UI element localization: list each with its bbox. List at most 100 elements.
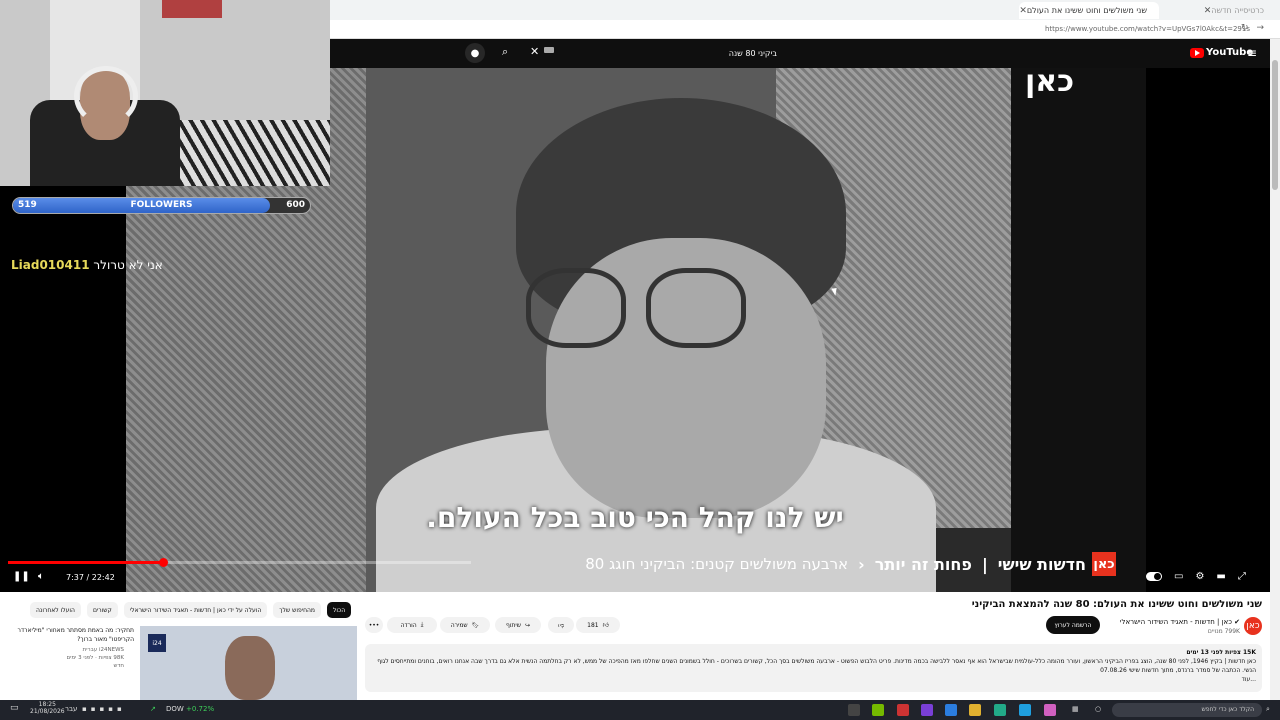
view-count: 15K צפיות לפני 13 ימים <box>1186 649 1256 656</box>
more-actions-button[interactable]: ••• <box>365 617 383 633</box>
youtube-logo[interactable]: YouTube <box>1190 47 1253 58</box>
chip-related[interactable]: קשורים <box>86 602 118 618</box>
tab-inactive[interactable]: כרטיסייה חדשה ✕ <box>1160 2 1270 19</box>
kan-logo-icon: כאן <box>1092 552 1116 576</box>
subtitles-icon[interactable]: ▭ <box>1174 571 1183 582</box>
video-subtitle: יש לנו קהל הכי טוב בכל העולם. <box>426 501 844 534</box>
store-icon[interactable] <box>994 704 1006 716</box>
scrollbar-thumb[interactable] <box>1272 60 1278 190</box>
bookmark-icon: 🔖︎ <box>471 621 480 629</box>
channel-avatar[interactable]: כאן <box>1244 617 1262 635</box>
more-icon: ••• <box>368 621 380 629</box>
app-icon[interactable] <box>848 704 860 716</box>
download-label: הורדה <box>400 621 417 629</box>
url-text[interactable]: https://www.youtube.com/watch?v=UpVGs7l0… <box>1045 25 1250 33</box>
glasses-left <box>526 268 626 348</box>
chip-recent[interactable]: הועלו לאחרונה <box>30 602 81 618</box>
streamer-webcam <box>0 0 330 186</box>
nvidia-icon[interactable] <box>872 704 884 716</box>
description-box[interactable]: 15K צפיות לפני 13 ימים כאן חדשות | בקיץ … <box>365 644 1262 692</box>
start-search-icon[interactable]: ⌕ <box>1266 705 1270 714</box>
chip-from-search[interactable]: מהחיפוש שלך <box>273 602 321 618</box>
progress-bar[interactable] <box>8 558 471 567</box>
download-icon: ⤓ <box>420 621 424 628</box>
theater-mode-icon[interactable]: ▬ <box>1216 571 1225 582</box>
ticker-headline: ארבעה משולשים קטנים: הביקיני חוגג 80 <box>585 555 849 573</box>
taskbar-search-placeholder: הקלד כאן כדי לחפש <box>1201 706 1254 713</box>
tab-title: כרטיסייה חדשה <box>1211 6 1264 15</box>
thumbs-down-icon: 👎︎ <box>557 622 565 629</box>
language-indicator[interactable]: עבר <box>65 705 77 713</box>
mail-icon[interactable] <box>945 704 957 716</box>
new-badge: חדש <box>113 663 125 669</box>
stock-name[interactable]: DOW <box>166 705 184 713</box>
app-icon[interactable] <box>921 704 933 716</box>
verified-icon: ✔ <box>1231 618 1240 626</box>
close-tab-icon[interactable]: ✕ <box>1019 6 1027 16</box>
share-label: שיתוף <box>505 621 521 629</box>
screen: + ⌄ שני משולשים וחוט ששינו את העולם ✕ כר… <box>0 0 1280 720</box>
share-button[interactable]: שיתוף ↪ <box>495 617 541 633</box>
fullscreen-icon[interactable]: ⤢ <box>1238 571 1246 582</box>
thumbnail-face <box>225 636 275 700</box>
show-more[interactable]: ...עוד <box>371 675 1256 684</box>
time-display: 7:37 / 22:42 <box>66 573 115 582</box>
copilot-icon[interactable] <box>1044 704 1056 716</box>
autoplay-toggle[interactable] <box>1146 572 1162 581</box>
taskbar: ▭ 18:25 21/08/2026 עבר ▪▪▪▪▪ ↗ DOW +0.72… <box>0 700 1280 720</box>
news-ticker: כאן חדשות שישי | פחות זה יותר ‹ ארבעה מש… <box>486 550 1116 578</box>
progress-played <box>8 561 164 564</box>
browser-tab-bar: + ⌄ שני משולשים וחוט ששינו את העולם ✕ כר… <box>330 0 1280 20</box>
followers-goal-bar: FOLLOWERS 519 600 <box>12 197 311 214</box>
ticker-segment: פחות זה יותר <box>874 554 972 574</box>
reload-icon[interactable]: ↻ <box>1241 23 1257 33</box>
chip-all[interactable]: הכול <box>326 602 352 618</box>
close-tab-icon[interactable]: ✕ <box>1204 6 1212 16</box>
address-bar[interactable]: https://www.youtube.com/watch?v=UpVGs7l0… <box>330 20 1280 39</box>
save-button[interactable]: שמירה 🔖︎ <box>440 617 490 633</box>
related-filter-chips: הכול מהחיפוש שלך הועלה על ידי כאן | חדשו… <box>30 602 352 618</box>
recommended-channel[interactable]: i24NEWS עברית <box>67 646 124 654</box>
like-button[interactable]: 181 👍︎ <box>576 617 620 633</box>
clock[interactable]: 18:25 21/08/2026 <box>30 701 65 715</box>
notification-icon[interactable]: ▭ <box>10 703 19 713</box>
description-text: כאן חדשות | בקיץ 1946, לפני 80 שנה, הוצג… <box>377 658 1256 674</box>
pause-icon[interactable]: ❚❚ <box>13 571 30 582</box>
dislike-button[interactable]: 👎︎ <box>548 617 574 633</box>
hamburger-menu-icon[interactable]: ≡ <box>1247 46 1257 60</box>
taskbar-search[interactable]: הקלד כאן כדי לחפש <box>1112 703 1262 717</box>
followers-current: 519 <box>18 200 37 210</box>
tray-icons[interactable]: ▪▪▪▪▪ <box>82 705 126 713</box>
chevron-left-icon: ‹ <box>858 554 865 574</box>
followers-label: FOLLOWERS <box>130 200 193 210</box>
youtube-header: ● ⌕ ✕ ביקיני 80 שנה YouTube ≡ <box>330 39 1270 68</box>
glasses-right <box>646 268 746 348</box>
cortana-icon[interactable]: ○ <box>1095 705 1101 713</box>
search-icon[interactable]: ⌕ <box>502 45 508 59</box>
settings-icon[interactable]: ⚙ <box>1195 571 1204 582</box>
subscribe-button[interactable]: הרשמה לערוץ <box>1046 616 1100 634</box>
recommended-stats: 98K צפיות · לפני 3 ימים <box>66 655 124 661</box>
share-icon: ↪ <box>524 621 531 629</box>
channel-name[interactable]: ✔ כאן | חדשות - תאגיד השידור הישראלי <box>1120 618 1240 626</box>
volume-icon[interactable]: 🔈︎ <box>38 571 44 582</box>
download-button[interactable]: הורדה ⤓ <box>387 617 437 633</box>
webcam-poster <box>162 0 222 18</box>
microphone-icon[interactable]: ● <box>465 43 485 63</box>
folder-icon[interactable] <box>969 704 981 716</box>
task-view-icon[interactable]: ▦ <box>1072 705 1079 713</box>
back-icon[interactable]: → <box>1256 23 1272 33</box>
stock-change: +0.72% <box>186 705 215 713</box>
clock-date: 21/08/2026 <box>30 708 65 715</box>
app-icon[interactable] <box>897 704 909 716</box>
chat-text: אני לא טרולר <box>93 258 163 272</box>
search-input[interactable]: ביקיני 80 שנה <box>537 43 789 64</box>
recommended-thumbnail[interactable]: i24 <box>140 626 357 700</box>
edge-icon[interactable] <box>1019 704 1031 716</box>
followers-goal: 600 <box>286 200 305 210</box>
chat-username: Liad010411 <box>11 258 90 272</box>
recommended-title[interactable]: תחקיר: מה באמת מסתתר מאחורי "מיליארדר הק… <box>14 626 135 644</box>
recommended-meta: i24NEWS עברית 98K צפיות · לפני 3 ימים חד… <box>67 646 124 670</box>
tab-active[interactable]: שני משולשים וחוט ששינו את העולם ✕ <box>1019 2 1159 19</box>
chip-uploaded-by[interactable]: הועלה על ידי כאן | חדשות - תאגיד השידור … <box>123 602 268 618</box>
